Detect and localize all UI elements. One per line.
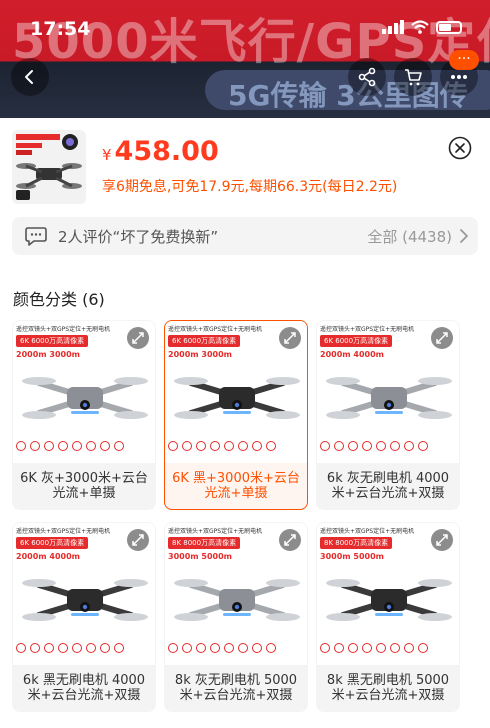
option-resolution-tag: 6K 6000万高清像素 xyxy=(16,335,89,347)
option-label: 6k 黑无刷电机 4000米+云台光流+双摄 xyxy=(22,673,146,703)
drone-image xyxy=(174,579,300,621)
option-feature-icons xyxy=(320,643,428,653)
option-image: 遥控双镜头+双GPS定位+无刷电机 6K 6000万高清像素 2000m 4000m xyxy=(13,523,155,665)
option-feature-icons xyxy=(16,643,124,653)
option-label: 6K 灰+3000米+云台光流+单摄 xyxy=(20,471,148,501)
wifi-icon xyxy=(411,20,429,34)
price: ¥ 458.00 xyxy=(102,136,219,167)
option-label: 6k 灰无刷电机 4000米+云台光流+双摄 xyxy=(326,471,450,501)
cart-icon xyxy=(405,69,422,86)
option-feature-text: 遥控双镜头+双GPS定位+无刷电机 xyxy=(320,326,415,333)
option-feature-text: 遥控双镜头+双GPS定位+无刷电机 xyxy=(168,326,263,333)
expand-icon[interactable] xyxy=(431,529,453,551)
status-time: 17:54 xyxy=(30,18,91,40)
close-icon[interactable] xyxy=(448,136,472,160)
option-feature-icons xyxy=(168,643,276,653)
option-label: 8k 灰无刷电机 5000米+云台光流+双摄 xyxy=(174,673,298,703)
option-feature-text: 遥控双镜头+双GPS定位+无刷电机 xyxy=(16,326,111,333)
option-distance-text: 2000m 4000m xyxy=(320,350,384,359)
sku-option-card[interactable]: 遥控双镜头+双GPS定位+无刷电机 6K 6000万高清像素 2000m 3000m… xyxy=(12,320,156,510)
currency-symbol: ¥ xyxy=(102,146,112,164)
sku-option-card[interactable]: 遥控双镜头+双GPS定位+无刷电机 8K 8000万高清像素 3000m 5000m… xyxy=(316,522,460,712)
option-label: 8k 黑无刷电机 5000米+云台光流+双摄 xyxy=(326,673,450,703)
option-resolution-tag: 8K 8000万高清像素 xyxy=(320,537,393,549)
option-resolution-tag: 6K 6000万高清像素 xyxy=(168,335,241,347)
back-button[interactable] xyxy=(11,58,49,96)
drone-image xyxy=(326,579,452,621)
expand-icon[interactable] xyxy=(279,529,301,551)
expand-icon[interactable] xyxy=(127,529,149,551)
drone-image xyxy=(16,134,82,200)
sku-option-card[interactable]: 遥控双镜头+双GPS定位+无刷电机 6K 6000万高清像素 2000m 3000m… xyxy=(164,320,308,510)
option-resolution-tag: 8K 8000万高清像素 xyxy=(168,537,241,549)
option-image: 遥控双镜头+双GPS定位+无刷电机 6K 6000万高清像素 2000m 3000m xyxy=(13,321,155,463)
option-image: 遥控双镜头+双GPS定位+无刷电机 8K 8000万高清像素 3000m 5000m xyxy=(317,523,459,665)
installment-info: 享6期免息,可免17.9元,每期66.3元(每日2.2元) xyxy=(102,179,398,195)
expand-icon[interactable] xyxy=(279,327,301,349)
option-label: 6K 黑+3000米+云台光流+单摄 xyxy=(172,471,300,501)
review-summary: 2人评价“坏了免费换新” xyxy=(58,227,219,246)
review-all-link[interactable]: 全部 (4438) xyxy=(367,226,452,247)
option-image: 遥控双镜头+双GPS定位+无刷电机 6K 6000万高清像素 2000m 3000m xyxy=(165,321,307,463)
option-feature-icons xyxy=(320,441,428,451)
option-feature-icons xyxy=(16,441,124,451)
option-distance-text: 2000m 3000m xyxy=(168,350,232,359)
drone-image xyxy=(326,377,452,419)
price-value: 458.00 xyxy=(114,136,219,167)
chevron-right-icon xyxy=(460,229,468,243)
expand-icon[interactable] xyxy=(431,327,453,349)
comment-icon xyxy=(25,227,47,246)
battery-icon xyxy=(436,21,462,34)
option-resolution-tag: 6K 6000万高清像素 xyxy=(320,335,393,347)
sku-option-card[interactable]: 遥控双镜头+双GPS定位+无刷电机 6K 6000万高清像素 2000m 4000m… xyxy=(12,522,156,712)
expand-icon[interactable] xyxy=(127,327,149,349)
option-distance-text: 3000m 5000m xyxy=(320,552,384,561)
option-feature-text: 遥控双镜头+双GPS定位+无刷电机 xyxy=(168,528,263,535)
signal-icon xyxy=(382,20,404,34)
sku-option-card[interactable]: 遥控双镜头+双GPS定位+无刷电机 8K 8000万高清像素 3000m 5000m… xyxy=(164,522,308,712)
drone-image xyxy=(174,377,300,419)
drone-image xyxy=(22,579,148,621)
share-icon xyxy=(358,67,376,87)
option-resolution-tag: 6K 6000万高清像素 xyxy=(16,537,89,549)
option-feature-icons xyxy=(168,441,276,451)
status-icons xyxy=(382,20,462,34)
option-distance-text: 2000m 3000m xyxy=(16,350,80,359)
sku-option-card[interactable]: 遥控双镜头+双GPS定位+无刷电机 6K 6000万高清像素 2000m 4000m… xyxy=(316,320,460,510)
review-bar[interactable]: 2人评价“坏了免费换新” 全部 (4438) xyxy=(12,217,478,255)
more-icon xyxy=(451,75,467,79)
option-feature-text: 遥控双镜头+双GPS定位+无刷电机 xyxy=(320,528,415,535)
option-image: 遥控双镜头+双GPS定位+无刷电机 8K 8000万高清像素 3000m 5000m xyxy=(165,523,307,665)
more-badge: ··· xyxy=(449,50,479,70)
option-feature-text: 遥控双镜头+双GPS定位+无刷电机 xyxy=(16,528,111,535)
chevron-left-icon xyxy=(25,70,33,84)
drone-image xyxy=(22,377,148,419)
color-section-title: 颜色分类 (6) xyxy=(13,290,105,309)
share-button[interactable] xyxy=(348,58,386,96)
product-thumbnail[interactable] xyxy=(12,130,86,204)
cart-button[interactable] xyxy=(394,58,432,96)
option-image: 遥控双镜头+双GPS定位+无刷电机 6K 6000万高清像素 2000m 4000m xyxy=(317,321,459,463)
sku-sheet: ¥ 458.00 享6期免息,可免17.9元,每期66.3元(每日2.2元) 2… xyxy=(0,118,490,728)
option-distance-text: 2000m 4000m xyxy=(16,552,80,561)
sku-option-grid: 遥控双镜头+双GPS定位+无刷电机 6K 6000万高清像素 2000m 3000m… xyxy=(12,320,480,712)
option-distance-text: 3000m 5000m xyxy=(168,552,232,561)
